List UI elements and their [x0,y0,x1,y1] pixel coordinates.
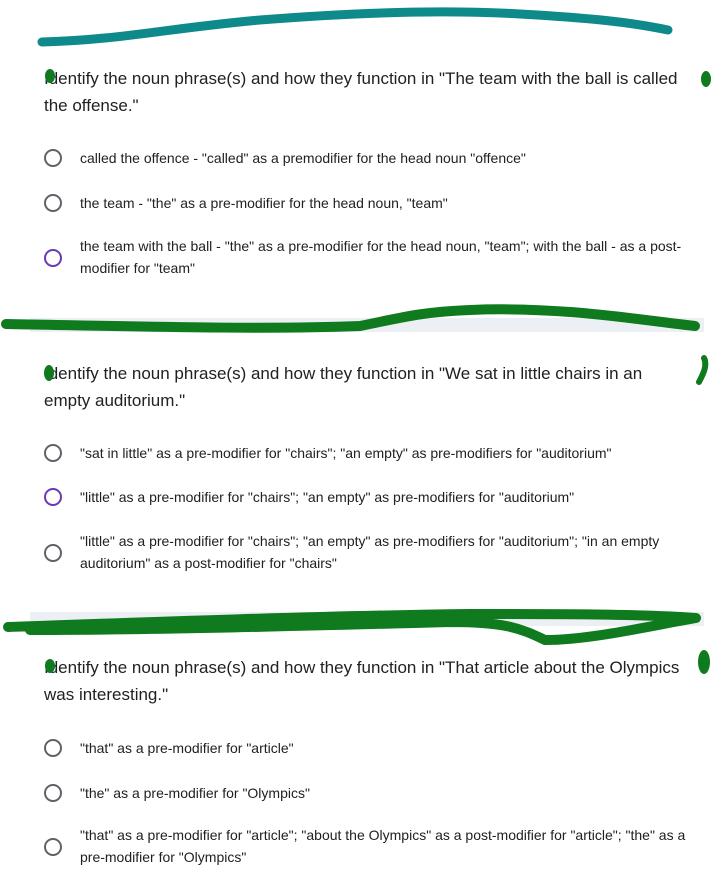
question-title: Identify the noun phrase(s) and how they… [44,364,643,410]
option-2-3[interactable]: "little" as a pre-modifier for "chairs";… [40,530,700,574]
option-2-1[interactable]: "sat in little" as a pre-modifier for "c… [40,442,700,464]
option-1-1[interactable]: called the offence - "called" as a premo… [40,147,700,169]
option-label: "sat in little" as a pre-modifier for "c… [80,445,612,461]
option-label: "that" as a pre-modifier for "article"; … [80,827,686,865]
radio-button[interactable] [44,444,62,462]
option-label: "little" as a pre-modifier for "chairs";… [80,533,660,571]
section-divider [30,612,704,626]
radio-button[interactable] [44,149,62,167]
marker-dot [696,355,709,385]
radio-button[interactable] [44,249,62,267]
radio-button[interactable] [44,784,62,802]
option-2-2[interactable]: "little" as a pre-modifier for "chairs";… [40,486,700,508]
option-label: called the offence - "called" as a premo… [80,150,526,166]
radio-button[interactable] [44,544,62,562]
marker-dot [701,71,711,87]
section-divider [30,318,704,332]
option-1-3[interactable]: the team with the ball - "the" as a pre-… [40,235,700,279]
option-label: the team - "the" as a pre-modifier for t… [80,195,448,211]
marker-dot [698,650,710,674]
radio-button[interactable] [44,739,62,757]
option-label: "the" as a pre-modifier for "Olympics" [80,785,310,801]
radio-button[interactable] [44,194,62,212]
option-label: "little" as a pre-modifier for "chairs";… [80,489,575,505]
radio-button[interactable] [44,488,62,506]
question-title: Identify the noun phrase(s) and how they… [44,69,678,115]
option-3-2[interactable]: "the" as a pre-modifier for "Olympics" [40,782,700,804]
option-3-1[interactable]: "that" as a pre-modifier for "article" [40,737,700,759]
question-title: Identify the noun phrase(s) and how they… [44,658,680,704]
option-3-3[interactable]: "that" as a pre-modifier for "article"; … [40,824,700,868]
option-label: the team with the ball - "the" as a pre-… [80,238,682,276]
teal-marker-stroke [37,7,673,47]
option-1-2[interactable]: the team - "the" as a pre-modifier for t… [40,192,700,214]
option-label: "that" as a pre-modifier for "article" [80,740,294,756]
radio-button[interactable] [44,838,62,856]
